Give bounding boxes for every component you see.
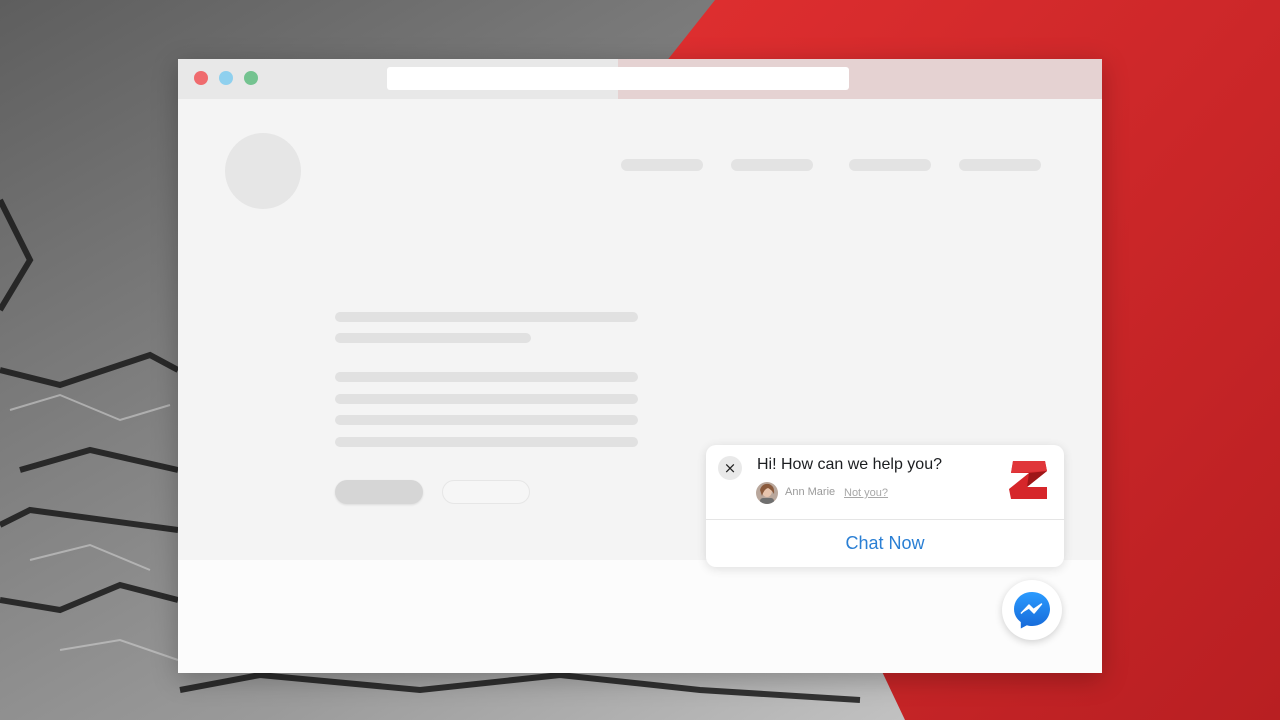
logo-placeholder <box>225 133 301 209</box>
agent-name: Ann Marie <box>785 486 836 498</box>
text-placeholder-line <box>335 372 638 382</box>
secondary-button-placeholder <box>442 480 530 504</box>
close-icon[interactable]: × <box>718 456 742 480</box>
minimize-window-button[interactable] <box>219 71 233 85</box>
agent-avatar <box>756 482 778 504</box>
maximize-window-button[interactable] <box>244 71 258 85</box>
address-bar[interactable] <box>387 67 849 90</box>
nav-placeholder-3 <box>849 159 931 171</box>
z-logo-icon <box>1007 457 1051 503</box>
close-window-button[interactable] <box>194 71 208 85</box>
chat-now-button[interactable]: Chat Now <box>706 520 1064 567</box>
not-you-link[interactable]: Not you? <box>844 487 888 499</box>
nav-placeholder-1 <box>621 159 703 171</box>
primary-button-placeholder <box>335 480 423 504</box>
heading-placeholder-line <box>335 312 638 322</box>
nav-placeholder-2 <box>731 159 813 171</box>
browser-titlebar <box>178 59 1102 99</box>
chat-greeting-card: × Hi! How can we help you? Ann Marie Not… <box>706 445 1064 567</box>
chat-greeting-text: Hi! How can we help you? <box>757 456 942 473</box>
text-placeholder-line <box>335 415 638 425</box>
page-footer-area <box>178 560 1102 673</box>
messenger-launcher-button[interactable] <box>1002 580 1062 640</box>
messenger-icon <box>1014 592 1050 629</box>
nav-placeholder-4 <box>959 159 1041 171</box>
text-placeholder-line <box>335 437 638 447</box>
browser-window <box>178 59 1102 673</box>
text-placeholder-line <box>335 394 638 404</box>
heading-placeholder-line <box>335 333 531 343</box>
